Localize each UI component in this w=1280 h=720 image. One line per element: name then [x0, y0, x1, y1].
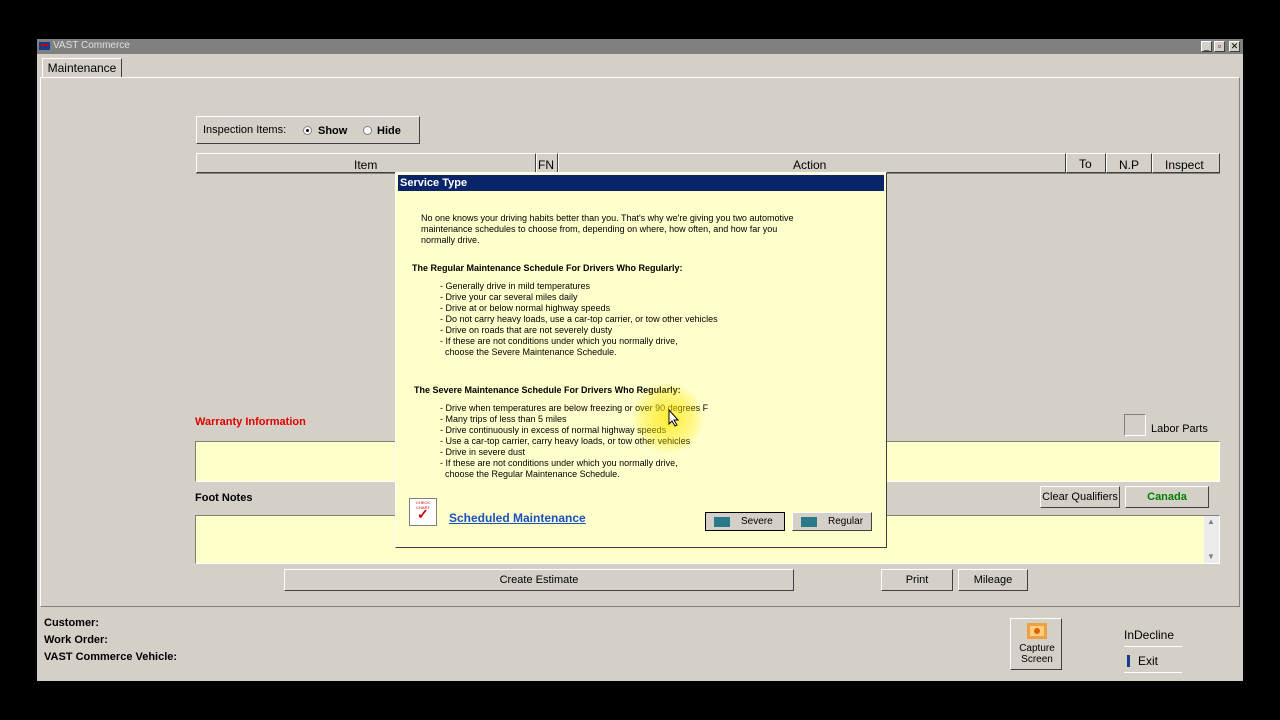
create-estimate-button[interactable]: Create Estimate — [284, 569, 794, 591]
vehicle-label: VAST Commerce Vehicle: — [44, 651, 178, 663]
column-header-inspect[interactable]: Inspect — [1152, 153, 1220, 173]
work-order-label: Work Order: — [44, 634, 108, 646]
hide-radio-label[interactable]: Hide — [377, 125, 401, 137]
check-mark-icon: ✓ — [417, 506, 429, 522]
mouse-pointer-icon — [668, 409, 680, 427]
list-item: - Do not carry heavy loads, use a car-to… — [440, 314, 718, 324]
regular-schedule-list: - Generally drive in mild temperatures -… — [440, 281, 718, 358]
labor-parts-label: Labor Parts — [1151, 423, 1208, 435]
list-item: - Drive your car several miles daily — [440, 292, 578, 302]
labor-parts-checkbox[interactable] — [1124, 414, 1146, 436]
hide-radio[interactable] — [363, 126, 372, 135]
table-header: Item FN Action To N.P Inspect — [196, 153, 1220, 174]
foot-notes-label: Foot Notes — [195, 492, 253, 504]
column-label: Action — [793, 158, 827, 172]
column-header-np[interactable]: N.P — [1106, 153, 1152, 173]
column-header-to[interactable]: To — [1066, 153, 1106, 173]
car-icon — [714, 517, 730, 527]
dialog-title: Service Type — [400, 177, 468, 189]
tab-maintenance[interactable]: Maintenance — [42, 58, 122, 78]
capture-screen-button[interactable]: Capture Screen — [1010, 618, 1062, 670]
column-header-item[interactable]: Item — [196, 153, 536, 173]
severe-button[interactable]: Severe — [705, 512, 785, 531]
dialog-title-bar: Service Type — [398, 175, 884, 191]
clear-qualifiers-button[interactable]: Clear Qualifiers — [1040, 486, 1120, 508]
app-logo-icon — [39, 42, 50, 50]
regular-button[interactable]: Regular — [792, 512, 872, 531]
scroll-down-icon[interactable]: ▼ — [1207, 552, 1215, 561]
exit-button[interactable]: Exit — [1124, 650, 1182, 673]
column-header-action[interactable]: Action — [558, 153, 1066, 173]
customer-label: Customer: — [44, 617, 100, 629]
restore-button[interactable]: ▫ — [1214, 41, 1225, 52]
column-label: N.P — [1119, 158, 1140, 172]
capture-screen-icon — [1027, 623, 1047, 639]
exit-label: Exit — [1138, 654, 1159, 668]
dialog-intro-line2: maintenance schedules to choose from, de… — [421, 224, 778, 234]
scheduled-maintenance-link[interactable]: Scheduled Maintenance — [449, 511, 586, 525]
column-label: Item — [354, 158, 378, 172]
scroll-up-icon[interactable]: ▲ — [1207, 517, 1215, 526]
list-item: - If these are not conditions under whic… — [440, 458, 678, 468]
print-button[interactable]: Print — [881, 569, 953, 591]
capture-label-line1: Capture — [1019, 643, 1055, 654]
column-label: FN — [538, 158, 554, 172]
mileage-button[interactable]: Mileage — [958, 569, 1028, 591]
close-button[interactable]: ✕ — [1229, 41, 1240, 52]
list-item: choose the Regular Maintenance Schedule. — [440, 469, 620, 479]
foot-notes-scrollbar[interactable]: ▲ ▼ — [1204, 516, 1219, 563]
car-icon — [801, 517, 817, 527]
list-item: - If these are not conditions under whic… — [440, 336, 678, 346]
minimize-button[interactable]: _ — [1201, 41, 1212, 52]
tab-row: Maintenance — [37, 54, 1243, 78]
list-item: - Generally drive in mild temperatures — [440, 281, 591, 291]
severe-button-label: Severe — [741, 516, 773, 527]
indecline-button[interactable]: InDecline — [1124, 624, 1182, 647]
warranty-information-label: Warranty Information — [195, 416, 306, 428]
dialog-intro-line1: No one knows your driving habits better … — [421, 213, 794, 223]
list-item: - Drive on roads that are not severely d… — [440, 325, 613, 335]
column-label: To — [1079, 157, 1092, 171]
dialog-intro-line3: normally drive. — [421, 235, 480, 245]
regular-schedule-heading: The Regular Maintenance Schedule For Dri… — [412, 263, 683, 273]
service-type-dialog: Service Type No one knows your driving h… — [395, 172, 887, 548]
title-bar: VAST Commerce _ ▫ ✕ — [37, 39, 1243, 54]
regular-button-label: Regular — [828, 516, 864, 527]
show-radio-label[interactable]: Show — [318, 125, 347, 137]
inspection-items-label: Inspection Items: — [203, 124, 287, 136]
check-chart-logo: CHECK CHART ✓ — [409, 498, 437, 526]
column-label: Inspect — [1165, 158, 1204, 172]
show-radio[interactable] — [303, 126, 312, 135]
severe-schedule-heading: The Severe Maintenance Schedule For Driv… — [414, 385, 681, 395]
canada-button[interactable]: Canada — [1125, 486, 1209, 508]
window-title: VAST Commerce — [53, 40, 130, 51]
capture-label-line2: Screen — [1021, 654, 1053, 665]
list-item: choose the Severe Maintenance Schedule. — [440, 347, 617, 357]
exit-door-icon — [1127, 655, 1130, 667]
inspection-items-group: Inspection Items: Show Hide — [196, 116, 420, 144]
column-header-fn[interactable]: FN — [536, 153, 558, 173]
list-item: - Drive at or below normal highway speed… — [440, 303, 611, 313]
